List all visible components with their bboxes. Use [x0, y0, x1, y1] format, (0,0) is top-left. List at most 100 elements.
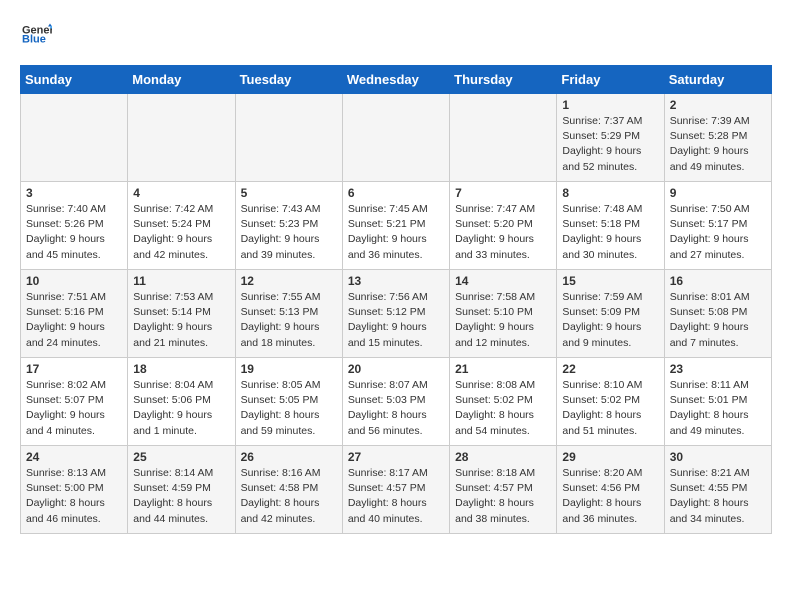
day-info: Sunrise: 7:43 AMSunset: 5:23 PMDaylight:…	[241, 202, 337, 263]
day-number: 23	[670, 362, 766, 376]
day-info: Sunrise: 8:21 AMSunset: 4:55 PMDaylight:…	[670, 466, 766, 527]
day-info: Sunrise: 8:14 AMSunset: 4:59 PMDaylight:…	[133, 466, 229, 527]
calendar-cell: 21 Sunrise: 8:08 AMSunset: 5:02 PMDayligh…	[450, 358, 557, 446]
day-number: 16	[670, 274, 766, 288]
day-info: Sunrise: 8:13 AMSunset: 5:00 PMDaylight:…	[26, 466, 122, 527]
calendar-table: SundayMondayTuesdayWednesdayThursdayFrid…	[20, 65, 772, 534]
calendar-cell: 6Sunrise: 7:45 AMSunset: 5:21 PMDaylight…	[342, 182, 449, 270]
day-info: Sunrise: 8:08 AMSunset: 5:02 PMDaylight:…	[455, 378, 551, 439]
calendar-cell: 2 Sunrise: 7:39 AMSunset: 5:28 PMDaylight…	[664, 94, 771, 182]
calendar-cell: 13 Sunrise: 7:56 AMSunset: 5:12 PMDayligh…	[342, 270, 449, 358]
day-number: 26	[241, 450, 337, 464]
calendar-cell: 5 Sunrise: 7:43 AMSunset: 5:23 PMDaylight…	[235, 182, 342, 270]
day-info: Sunrise: 8:02 AMSunset: 5:07 PMDaylight:…	[26, 378, 122, 439]
calendar-week-row: 1 Sunrise: 7:37 AMSunset: 5:29 PMDaylight…	[21, 94, 772, 182]
svg-text:Blue: Blue	[22, 34, 46, 46]
day-number: 6	[348, 186, 444, 200]
calendar-week-row: 24 Sunrise: 8:13 AMSunset: 5:00 PMDayligh…	[21, 446, 772, 534]
day-number: 25	[133, 450, 229, 464]
weekday-header-row: SundayMondayTuesdayWednesdayThursdayFrid…	[21, 66, 772, 94]
calendar-cell	[21, 94, 128, 182]
day-number: 30	[670, 450, 766, 464]
day-number: 10	[26, 274, 122, 288]
day-info: Sunrise: 7:55 AMSunset: 5:13 PMDaylight:…	[241, 290, 337, 351]
day-number: 27	[348, 450, 444, 464]
day-number: 9	[670, 186, 766, 200]
calendar-week-row: 10 Sunrise: 7:51 AMSunset: 5:16 PMDayligh…	[21, 270, 772, 358]
day-number: 5	[241, 186, 337, 200]
weekday-header: Sunday	[21, 66, 128, 94]
day-info: Sunrise: 7:59 AMSunset: 5:09 PMDaylight:…	[562, 290, 658, 351]
day-info: Sunrise: 7:40 AMSunset: 5:26 PMDaylight:…	[26, 202, 122, 263]
day-info: Sunrise: 7:50 AMSunset: 5:17 PMDaylight:…	[670, 202, 766, 263]
day-info: Sunrise: 7:42 AMSunset: 5:24 PMDaylight:…	[133, 202, 229, 263]
day-info: Sunrise: 7:53 AMSunset: 5:14 PMDaylight:…	[133, 290, 229, 351]
weekday-header: Friday	[557, 66, 664, 94]
calendar-cell: 23Sunrise: 8:11 AMSunset: 5:01 PMDayligh…	[664, 358, 771, 446]
calendar-cell: 15Sunrise: 7:59 AMSunset: 5:09 PMDayligh…	[557, 270, 664, 358]
day-info: Sunrise: 8:16 AMSunset: 4:58 PMDaylight:…	[241, 466, 337, 527]
day-number: 13	[348, 274, 444, 288]
day-number: 2	[670, 98, 766, 112]
calendar-cell	[450, 94, 557, 182]
day-number: 20	[348, 362, 444, 376]
calendar-cell	[235, 94, 342, 182]
calendar-cell: 7 Sunrise: 7:47 AMSunset: 5:20 PMDaylight…	[450, 182, 557, 270]
day-info: Sunrise: 8:18 AMSunset: 4:57 PMDaylight:…	[455, 466, 551, 527]
day-number: 1	[562, 98, 658, 112]
day-number: 17	[26, 362, 122, 376]
calendar-cell: 19 Sunrise: 8:05 AMSunset: 5:05 PMDayligh…	[235, 358, 342, 446]
calendar-week-row: 3 Sunrise: 7:40 AMSunset: 5:26 PMDaylight…	[21, 182, 772, 270]
page-header: General Blue	[20, 20, 772, 55]
day-number: 4	[133, 186, 229, 200]
day-info: Sunrise: 7:48 AMSunset: 5:18 PMDaylight:…	[562, 202, 658, 263]
day-number: 12	[241, 274, 337, 288]
day-number: 11	[133, 274, 229, 288]
day-number: 28	[455, 450, 551, 464]
calendar-cell: 9 Sunrise: 7:50 AMSunset: 5:17 PMDaylight…	[664, 182, 771, 270]
weekday-header: Saturday	[664, 66, 771, 94]
calendar-cell: 16 Sunrise: 8:01 AMSunset: 5:08 PMDayligh…	[664, 270, 771, 358]
day-info: Sunrise: 7:37 AMSunset: 5:29 PMDaylight:…	[562, 114, 658, 175]
day-number: 24	[26, 450, 122, 464]
calendar-cell: 4 Sunrise: 7:42 AMSunset: 5:24 PMDaylight…	[128, 182, 235, 270]
day-info: Sunrise: 7:58 AMSunset: 5:10 PMDaylight:…	[455, 290, 551, 351]
day-number: 8	[562, 186, 658, 200]
day-number: 3	[26, 186, 122, 200]
day-info: Sunrise: 8:04 AMSunset: 5:06 PMDaylight:…	[133, 378, 229, 439]
calendar-cell: 22 Sunrise: 8:10 AMSunset: 5:02 PMDayligh…	[557, 358, 664, 446]
calendar-cell: 10 Sunrise: 7:51 AMSunset: 5:16 PMDayligh…	[21, 270, 128, 358]
day-number: 14	[455, 274, 551, 288]
calendar-cell: 17 Sunrise: 8:02 AMSunset: 5:07 PMDayligh…	[21, 358, 128, 446]
weekday-header: Thursday	[450, 66, 557, 94]
calendar-cell: 27 Sunrise: 8:17 AMSunset: 4:57 PMDayligh…	[342, 446, 449, 534]
day-info: Sunrise: 8:20 AMSunset: 4:56 PMDaylight:…	[562, 466, 658, 527]
calendar-cell	[128, 94, 235, 182]
day-number: 7	[455, 186, 551, 200]
day-info: Sunrise: 7:39 AMSunset: 5:28 PMDaylight:…	[670, 114, 766, 175]
calendar-cell: 3 Sunrise: 7:40 AMSunset: 5:26 PMDaylight…	[21, 182, 128, 270]
day-number: 22	[562, 362, 658, 376]
calendar-cell: 1 Sunrise: 7:37 AMSunset: 5:29 PMDaylight…	[557, 94, 664, 182]
calendar-cell: 24 Sunrise: 8:13 AMSunset: 5:00 PMDayligh…	[21, 446, 128, 534]
calendar-cell: 11 Sunrise: 7:53 AMSunset: 5:14 PMDayligh…	[128, 270, 235, 358]
day-info: Sunrise: 8:01 AMSunset: 5:08 PMDaylight:…	[670, 290, 766, 351]
calendar-cell: 8 Sunrise: 7:48 AMSunset: 5:18 PMDaylight…	[557, 182, 664, 270]
day-number: 21	[455, 362, 551, 376]
day-info: Sunrise: 8:17 AMSunset: 4:57 PMDaylight:…	[348, 466, 444, 527]
day-number: 29	[562, 450, 658, 464]
weekday-header: Monday	[128, 66, 235, 94]
calendar-cell: 29 Sunrise: 8:20 AMSunset: 4:56 PMDayligh…	[557, 446, 664, 534]
calendar-cell	[342, 94, 449, 182]
calendar-cell: 30 Sunrise: 8:21 AMSunset: 4:55 PMDayligh…	[664, 446, 771, 534]
calendar-cell: 14 Sunrise: 7:58 AMSunset: 5:10 PMDayligh…	[450, 270, 557, 358]
day-info: Sunrise: 7:51 AMSunset: 5:16 PMDaylight:…	[26, 290, 122, 351]
day-info: Sunrise: 7:47 AMSunset: 5:20 PMDaylight:…	[455, 202, 551, 263]
day-info: Sunrise: 8:05 AMSunset: 5:05 PMDaylight:…	[241, 378, 337, 439]
day-info: Sunrise: 8:10 AMSunset: 5:02 PMDaylight:…	[562, 378, 658, 439]
day-info: Sunrise: 7:56 AMSunset: 5:12 PMDaylight:…	[348, 290, 444, 351]
weekday-header: Tuesday	[235, 66, 342, 94]
calendar-cell: 20Sunrise: 8:07 AMSunset: 5:03 PMDayligh…	[342, 358, 449, 446]
calendar-cell: 28 Sunrise: 8:18 AMSunset: 4:57 PMDayligh…	[450, 446, 557, 534]
day-number: 19	[241, 362, 337, 376]
